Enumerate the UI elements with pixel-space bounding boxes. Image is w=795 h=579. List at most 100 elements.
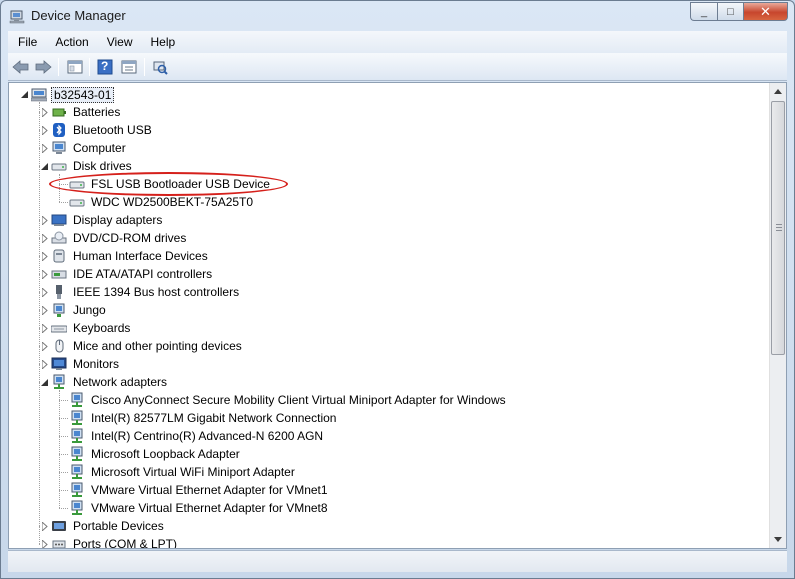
expand-arrow-icon[interactable] (40, 324, 49, 333)
ide-controller-icon (51, 266, 67, 282)
vertical-scrollbar[interactable] (769, 83, 786, 548)
expand-arrow-icon[interactable] (40, 252, 49, 261)
expand-arrow-icon[interactable] (40, 108, 49, 117)
toolbar-separator (89, 58, 90, 76)
tree-node-network-adapters[interactable]: Network adapters (9, 373, 769, 391)
tree-node-label: Display adapters (73, 213, 163, 227)
tree-node-label: Microsoft Loopback Adapter (91, 447, 240, 461)
maximize-button[interactable]: □ (717, 2, 743, 21)
tree-node-label: b32543-01 (51, 87, 115, 103)
tree-node-ports-com-lpt[interactable]: Ports (COM & LPT) (9, 535, 769, 548)
battery-icon (51, 104, 67, 120)
highlight-annotation-ring (49, 172, 288, 196)
toolbar-separator (144, 58, 145, 76)
tree-device-microsoft-virtual-wifi-miniport-adapter[interactable]: Microsoft Virtual WiFi Miniport Adapter (9, 463, 769, 481)
network-adapter-icon (69, 464, 85, 480)
tree-node-ide-ata-atapi-controllers[interactable]: IDE ATA/ATAPI controllers (9, 265, 769, 283)
tree-node-keyboards[interactable]: Keyboards (9, 319, 769, 337)
back-button[interactable] (12, 58, 30, 76)
tree-device-cisco-anyconnect-secure-mobility-client-virtual-miniport-adapter-for-windows[interactable]: Cisco AnyConnect Secure Mobility Client … (9, 391, 769, 409)
tree-device-intel-r-centrino-r-advanced-n-6200-agn[interactable]: Intel(R) Centrino(R) Advanced-N 6200 AGN (9, 427, 769, 445)
scrollbar-grip-line (776, 224, 782, 225)
scrollbar-thumb[interactable] (771, 101, 785, 355)
console-tree-icon (67, 60, 83, 74)
network-adapter-icon (69, 482, 85, 498)
expand-arrow-icon[interactable] (40, 360, 49, 369)
scroll-down-arrow[interactable] (770, 531, 786, 548)
scan-hardware-icon (153, 61, 168, 75)
computer-icon (30, 86, 48, 102)
tree-node-bluetooth-usb[interactable]: Bluetooth USB (9, 121, 769, 139)
tree-node-label: Keyboards (73, 321, 131, 335)
close-icon: ✕ (760, 3, 771, 19)
expand-arrow-icon[interactable] (40, 234, 49, 243)
tree-node-label: Jungo (73, 303, 106, 317)
tree-node-label: Mice and other pointing devices (73, 339, 242, 353)
expand-arrow-icon[interactable] (40, 144, 49, 153)
minimize-button[interactable]: _ (690, 2, 717, 21)
tree-node-mice-and-other-pointing-devices[interactable]: Mice and other pointing devices (9, 337, 769, 355)
tree-node-label: Network adapters (73, 375, 168, 389)
mouse-icon (51, 338, 67, 354)
tree-node-monitors[interactable]: Monitors (9, 355, 769, 373)
expand-arrow-icon[interactable] (40, 522, 49, 531)
tree-node-batteries[interactable]: Batteries (9, 103, 769, 121)
device-tree[interactable]: b32543-01 Batteries Bluetooth USB Computer D… (8, 82, 787, 549)
tree-node-label: Microsoft Virtual WiFi Miniport Adapter (91, 465, 295, 479)
scrollbar-grip-line (776, 230, 782, 231)
tree-node-label: VMware Virtual Ethernet Adapter for VMne… (91, 483, 328, 497)
tree-device-wdc-wd2500bekt-75a25t0[interactable]: WDC WD2500BEKT-75A25T0 (9, 193, 769, 211)
forward-button[interactable] (34, 58, 52, 76)
tree-node-human-interface-devices[interactable]: Human Interface Devices (9, 247, 769, 265)
properties-button[interactable] (120, 58, 138, 76)
tree-root-computer[interactable]: b32543-01 (9, 85, 769, 103)
tree-node-label: Bluetooth USB (73, 123, 152, 137)
forward-arrow-icon (35, 60, 52, 74)
port-icon (51, 536, 67, 548)
scan-hardware-button[interactable] (151, 58, 169, 76)
properties-icon (121, 60, 137, 74)
window-controls: _ □ ✕ (690, 2, 788, 22)
expand-arrow-icon[interactable] (40, 288, 49, 297)
tree-node-jungo[interactable]: Jungo (9, 301, 769, 319)
menu-view[interactable]: View (97, 35, 141, 49)
tree-node-display-adapters[interactable]: Display adapters (9, 211, 769, 229)
tree-device-intel-r-82577lm-gigabit-network-connection[interactable]: Intel(R) 82577LM Gigabit Network Connect… (9, 409, 769, 427)
maximize-icon: □ (727, 5, 734, 18)
tree-node-computer[interactable]: Computer (9, 139, 769, 157)
collapse-arrow-icon[interactable] (40, 162, 49, 171)
expand-arrow-icon[interactable] (40, 342, 49, 351)
scroll-up-arrow[interactable] (770, 83, 786, 100)
tree-node-label: Cisco AnyConnect Secure Mobility Client … (91, 393, 506, 407)
ieee1394-icon (51, 284, 67, 300)
expand-arrow-icon[interactable] (40, 540, 49, 548)
tree-node-label: IDE ATA/ATAPI controllers (73, 267, 213, 281)
expand-arrow-icon[interactable] (40, 126, 49, 135)
tree-node-dvd-cd-rom-drives[interactable]: DVD/CD-ROM drives (9, 229, 769, 247)
tree-node-ieee-1394-bus-host-controllers[interactable]: IEEE 1394 Bus host controllers (9, 283, 769, 301)
collapse-arrow-icon[interactable] (20, 90, 29, 99)
expand-arrow-icon[interactable] (40, 306, 49, 315)
back-arrow-icon (12, 60, 29, 74)
help-button[interactable]: ? (96, 58, 114, 76)
close-button[interactable]: ✕ (743, 2, 788, 21)
network-adapter-icon (69, 410, 85, 426)
tree-node-label: Intel(R) Centrino(R) Advanced-N 6200 AGN (91, 429, 324, 443)
menu-file[interactable]: File (8, 35, 45, 49)
collapse-arrow-icon[interactable] (40, 378, 49, 387)
tree-device-vmware-virtual-ethernet-adapter-for-vmnet1[interactable]: VMware Virtual Ethernet Adapter for VMne… (9, 481, 769, 499)
show-hide-console-tree-button[interactable] (66, 58, 84, 76)
network-adapter-icon (69, 500, 85, 516)
device-manager-window: Device Manager _ □ ✕ File Action View He… (0, 0, 795, 579)
expand-arrow-icon[interactable] (40, 216, 49, 225)
network-adapter-icon (51, 374, 67, 390)
menu-action[interactable]: Action (45, 35, 96, 49)
title-bar[interactable]: Device Manager _ □ ✕ (1, 1, 794, 31)
menu-help[interactable]: Help (141, 35, 184, 49)
tree-node-label: WDC WD2500BEKT-75A25T0 (91, 195, 254, 209)
menu-bar: File Action View Help (8, 31, 787, 53)
tree-device-microsoft-loopback-adapter[interactable]: Microsoft Loopback Adapter (9, 445, 769, 463)
tree-device-vmware-virtual-ethernet-adapter-for-vmnet8[interactable]: VMware Virtual Ethernet Adapter for VMne… (9, 499, 769, 517)
tree-node-portable-devices[interactable]: Portable Devices (9, 517, 769, 535)
expand-arrow-icon[interactable] (40, 270, 49, 279)
